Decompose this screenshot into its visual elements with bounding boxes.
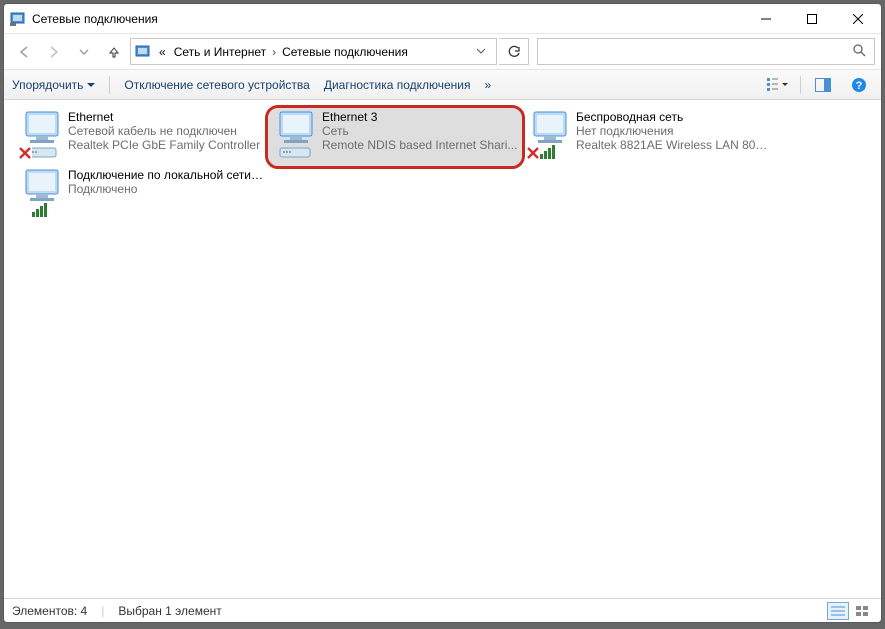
titlebar: Сетевые подключения (4, 4, 881, 34)
connection-name: Беспроводная сеть (576, 110, 772, 124)
chevron-right-icon[interactable]: › (270, 45, 278, 59)
breadcrumb-item[interactable]: Сеть и Интернет (170, 45, 270, 59)
connection-item[interactable]: Подключение по локальной сети* 2 Подключ… (14, 166, 268, 224)
organize-menu[interactable]: Упорядочить (12, 78, 95, 92)
disable-device-button[interactable]: Отключение сетевого устройства (124, 78, 309, 92)
diagnose-connection-button[interactable]: Диагностика подключения (324, 78, 471, 92)
back-button[interactable] (10, 38, 38, 66)
breadcrumb-prefix: « (155, 45, 170, 59)
navigation-bar: « Сеть и Интернет › Сетевые подключения (4, 34, 881, 70)
network-adapter-icon (18, 168, 68, 220)
forward-button[interactable] (40, 38, 68, 66)
window-controls (743, 4, 881, 34)
search-icon (852, 43, 866, 60)
large-icons-view-button[interactable] (851, 602, 873, 620)
details-view-button[interactable] (827, 602, 849, 620)
connection-status: Нет подключения (576, 124, 772, 138)
window-title: Сетевые подключения (32, 12, 743, 26)
refresh-button[interactable] (499, 38, 529, 65)
address-bar[interactable]: « Сеть и Интернет › Сетевые подключения (130, 38, 497, 65)
toolbar-overflow-button[interactable]: » (485, 78, 492, 92)
recent-locations-button[interactable] (70, 38, 98, 66)
breadcrumb-item[interactable]: Сетевые подключения (278, 45, 412, 59)
search-input[interactable] (537, 38, 875, 65)
network-adapter-icon (526, 110, 576, 162)
connection-device: Realtek PCIe GbE Family Controller (68, 138, 264, 152)
caret-down-icon (87, 81, 95, 89)
connection-device: Realtek 8821AE Wireless LAN 802.... (576, 138, 772, 152)
network-connections-icon (10, 11, 26, 27)
network-adapter-icon (272, 110, 322, 162)
connection-name: Ethernet (68, 110, 264, 124)
chevron-down-icon[interactable] (470, 45, 492, 59)
up-button[interactable] (100, 38, 128, 66)
connection-status: Сетевой кабель не подключен (68, 124, 264, 138)
connection-item[interactable]: Беспроводная сеть Нет подключения Realte… (522, 108, 776, 166)
content-area[interactable]: Ethernet Сетевой кабель не подключен Rea… (4, 102, 881, 598)
connection-name: Ethernet 3 (322, 110, 518, 124)
selection-count: Выбран 1 элемент (118, 604, 221, 618)
close-button[interactable] (835, 4, 881, 34)
help-button[interactable]: ? (845, 74, 873, 96)
connection-device: Remote NDIS based Internet Shari... (322, 138, 518, 152)
item-count: Элементов: 4 (12, 604, 87, 618)
location-icon (135, 44, 151, 60)
minimize-button[interactable] (743, 4, 789, 34)
network-adapter-icon (18, 110, 68, 162)
command-bar: Упорядочить Отключение сетевого устройст… (4, 70, 881, 100)
connection-item[interactable]: Ethernet Сетевой кабель не подключен Rea… (14, 108, 268, 166)
connection-status: Подключено (68, 182, 264, 196)
connection-status: Сеть (322, 124, 518, 138)
maximize-button[interactable] (789, 4, 835, 34)
status-bar: Элементов: 4 | Выбран 1 элемент (4, 598, 881, 622)
connection-name: Подключение по локальной сети* 2 (68, 168, 264, 182)
connection-item[interactable]: Ethernet 3 Сеть Remote NDIS based Intern… (268, 108, 522, 166)
change-view-button[interactable] (764, 74, 792, 96)
preview-pane-button[interactable] (809, 74, 837, 96)
svg-text:?: ? (856, 80, 863, 92)
window-frame: Сетевые подключения « Сеть и Интернет › … (3, 3, 882, 623)
